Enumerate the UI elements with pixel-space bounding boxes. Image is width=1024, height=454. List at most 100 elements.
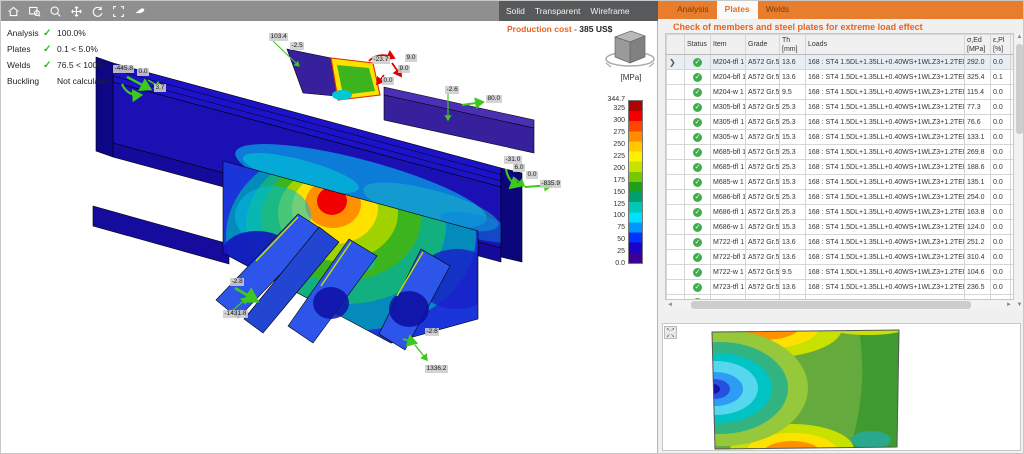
- row-expander[interactable]: [667, 70, 685, 85]
- column-header[interactable]: Th[mm]: [780, 35, 806, 55]
- table-row[interactable]: ✓M305-tfl 1A572 Gr.5025.3168 : ST4 1.5DL…: [667, 115, 1015, 130]
- view-mode-solid[interactable]: Solid: [506, 6, 525, 16]
- view-mode-transparent[interactable]: Transparent: [535, 6, 581, 16]
- table-row[interactable]: ✓M685-bfl 1A572 Gr.5025.3168 : ST4 1.5DL…: [667, 145, 1015, 160]
- cell-extra: 0: [1011, 235, 1015, 250]
- stress-scale-unit: [MPa]: [609, 73, 653, 82]
- results-panel: Analysis Plates Welds Check of members a…: [658, 1, 1024, 454]
- cell-loads: 168 : ST4 1.5DL+1.35LL+0.40WS+1WLZ3+1.2T…: [806, 55, 965, 70]
- cell-item: M722-bfl 1: [711, 250, 746, 265]
- column-header[interactable]: Loads: [806, 35, 965, 55]
- results-table-body: ❯✓M204-tfl 1A572 Gr.5013.6168 : ST4 1.5D…: [667, 55, 1015, 301]
- column-header[interactable]: σ[: [1011, 35, 1015, 55]
- table-row[interactable]: ✓M204-w 1A572 Gr.509.5168 : ST4 1.5DL+1.…: [667, 85, 1015, 100]
- cell-status: ✓: [685, 280, 711, 295]
- cell-eps: 0.0: [991, 145, 1011, 160]
- row-expander[interactable]: [667, 190, 685, 205]
- rotate-icon[interactable]: [90, 4, 105, 19]
- table-row[interactable]: ✓M685-w 1A572 Gr.5015.3168 : ST4 1.5DL+1…: [667, 175, 1015, 190]
- home-icon[interactable]: [6, 4, 21, 19]
- table-row[interactable]: ✓M685-tfl 1A572 Gr.5025.3168 : ST4 1.5DL…: [667, 160, 1015, 175]
- zoom-extents-icon[interactable]: [111, 4, 126, 19]
- cell-th: 15.3: [780, 220, 806, 235]
- column-header[interactable]: [667, 35, 685, 55]
- scroll-down-icon[interactable]: ▼: [1015, 301, 1024, 310]
- cell-th: 25.3: [780, 160, 806, 175]
- table-row[interactable]: ✓M305-w 1A572 Gr.5015.3168 : ST4 1.5DL+1…: [667, 130, 1015, 145]
- scale-tick: 225: [561, 153, 625, 160]
- cell-item: M685-tfl 1: [711, 160, 746, 175]
- section-icon[interactable]: [132, 4, 147, 19]
- summary-row-welds: Welds ✓ 76.5 < 100%: [7, 57, 111, 73]
- cell-grade: A572 Gr.50: [746, 145, 780, 160]
- table-row[interactable]: ❯✓M204-tfl 1A572 Gr.5013.6168 : ST4 1.5D…: [667, 55, 1015, 70]
- view-mode-wireframe[interactable]: Wireframe: [590, 6, 629, 16]
- vertical-scrollbar[interactable]: ▲ ▼: [1015, 33, 1024, 310]
- tab-welds[interactable]: Welds: [758, 1, 797, 19]
- table-row[interactable]: ✓M686-tfl 1A572 Gr.5025.3168 : ST4 1.5DL…: [667, 205, 1015, 220]
- check-icon: ✓: [43, 44, 57, 55]
- row-expander[interactable]: [667, 265, 685, 280]
- row-expander[interactable]: [667, 205, 685, 220]
- pan-icon[interactable]: [69, 4, 84, 19]
- column-header[interactable]: ε,Pl[%]: [991, 35, 1011, 55]
- cell-status: ✓: [685, 145, 711, 160]
- model-viewport[interactable]: -445.80.03.7103.4-2.5-23.79.09.00.0-2.68…: [1, 1, 658, 454]
- column-header[interactable]: Status: [685, 35, 711, 55]
- cell-extra: 0: [1011, 70, 1015, 85]
- scale-tick: 50: [561, 236, 625, 243]
- row-expander[interactable]: [667, 220, 685, 235]
- cell-extra: 0: [1011, 55, 1015, 70]
- scroll-up-icon[interactable]: ▲: [1015, 33, 1024, 42]
- row-expander[interactable]: [667, 250, 685, 265]
- horizontal-scrollbar[interactable]: ◄ ►: [665, 300, 1014, 310]
- cell-grade: A572 Gr.50: [746, 250, 780, 265]
- horizontal-scroll-thumb[interactable]: [691, 301, 971, 309]
- tab-analysis[interactable]: Analysis: [669, 1, 717, 19]
- stress-scale: [MPa] 344.732530027525022520017515012510…: [561, 73, 653, 288]
- row-expander[interactable]: [667, 85, 685, 100]
- scroll-left-icon[interactable]: ◄: [665, 300, 675, 310]
- cell-grade: A572 Gr.50: [746, 235, 780, 250]
- cell-eps: 0.0: [991, 55, 1011, 70]
- row-expander[interactable]: [667, 100, 685, 115]
- scroll-right-icon[interactable]: ►: [1004, 300, 1014, 310]
- table-row[interactable]: ✓M204-bfl 1A572 Gr.5013.6168 : ST4 1.5DL…: [667, 70, 1015, 85]
- row-expander[interactable]: [667, 115, 685, 130]
- zoom-icon[interactable]: [48, 4, 63, 19]
- cell-extra: 0: [1011, 220, 1015, 235]
- cell-grade: A572 Gr.50: [746, 55, 780, 70]
- status-ok-icon: ✓: [693, 253, 702, 262]
- table-row[interactable]: ✓M305-bfl 1A572 Gr.5025.3168 : ST4 1.5DL…: [667, 100, 1015, 115]
- status-ok-icon: ✓: [693, 163, 702, 172]
- cell-grade: A572 Gr.50: [746, 70, 780, 85]
- row-expander[interactable]: [667, 280, 685, 295]
- row-expander[interactable]: ❯: [667, 55, 685, 70]
- table-row[interactable]: ✓M722-tfl 1A572 Gr.5013.6168 : ST4 1.5DL…: [667, 235, 1015, 250]
- column-header[interactable]: Item: [711, 35, 746, 55]
- cell-status: ✓: [685, 55, 711, 70]
- cell-loads: 168 : ST4 1.5DL+1.35LL+0.40WS+1WLZ3+1.2T…: [806, 250, 965, 265]
- row-expander[interactable]: [667, 130, 685, 145]
- expand-plot-button[interactable]: ↖↗↙↘: [664, 326, 677, 339]
- table-row[interactable]: ✓M723-tfl 1A572 Gr.5013.6168 : ST4 1.5DL…: [667, 280, 1015, 295]
- plate-detail-plot[interactable]: [663, 324, 1020, 450]
- table-row[interactable]: ✓M686-bfl 1A572 Gr.5025.3168 : ST4 1.5DL…: [667, 190, 1015, 205]
- vertical-scroll-thumb[interactable]: [1016, 44, 1023, 134]
- table-row[interactable]: ✓M686-w 1A572 Gr.5015.3168 : ST4 1.5DL+1…: [667, 220, 1015, 235]
- view-mode-group: Solid Transparent Wireframe: [499, 1, 658, 21]
- cell-grade: A572 Gr.50: [746, 100, 780, 115]
- row-expander[interactable]: [667, 145, 685, 160]
- zoom-window-icon[interactable]: [27, 4, 42, 19]
- tab-plates[interactable]: Plates: [717, 1, 758, 19]
- table-row[interactable]: ✓M722-w 1A572 Gr.509.5168 : ST4 1.5DL+1.…: [667, 265, 1015, 280]
- cell-loads: 168 : ST4 1.5DL+1.35LL+0.40WS+1WLZ3+1.2T…: [806, 280, 965, 295]
- row-expander[interactable]: [667, 235, 685, 250]
- column-header[interactable]: Grade: [746, 35, 780, 55]
- cell-grade: A572 Gr.50: [746, 280, 780, 295]
- table-row[interactable]: ✓M722-bfl 1A572 Gr.5013.6168 : ST4 1.5DL…: [667, 250, 1015, 265]
- row-expander[interactable]: [667, 160, 685, 175]
- column-header[interactable]: σ,Ed[MPa]: [965, 35, 991, 55]
- row-expander[interactable]: [667, 175, 685, 190]
- cell-eps: 0.0: [991, 190, 1011, 205]
